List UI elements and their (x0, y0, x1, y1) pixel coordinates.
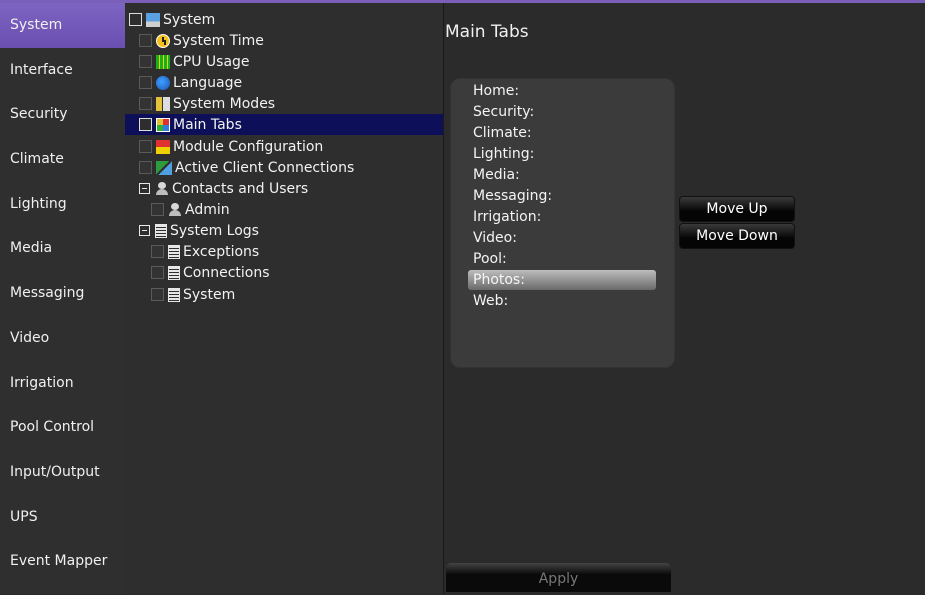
checkbox[interactable] (139, 140, 152, 153)
checkbox[interactable] (151, 288, 164, 301)
move-down-button[interactable]: Move Down (679, 223, 795, 249)
collapse-toggle[interactable] (139, 183, 150, 194)
page-title: Main Tabs (445, 22, 529, 42)
list-item[interactable]: Home: (473, 81, 519, 101)
list-item[interactable]: Media: (473, 165, 520, 185)
tree-item-connections[interactable]: Connections (151, 262, 270, 283)
nav-item-ups[interactable]: UPS (0, 495, 125, 540)
tree-item-main-tabs[interactable]: Main Tabs (125, 114, 443, 135)
nav-item-video[interactable]: Video (0, 316, 125, 361)
list-item[interactable]: Security: (473, 102, 534, 122)
checkbox[interactable] (139, 76, 152, 89)
tree-item-admin[interactable]: Admin (151, 199, 230, 220)
list-item[interactable]: Lighting: (473, 144, 534, 164)
tree-item-system-modes[interactable]: System Modes (139, 93, 275, 114)
tree-label: Contacts and Users (172, 180, 309, 197)
left-nav: System Interface Security Climate Lighti… (0, 3, 125, 594)
globe-icon (156, 75, 170, 90)
list-item-selected[interactable]: Photos: (468, 270, 656, 290)
nav-item-event-mapper[interactable]: Event Mapper (0, 539, 125, 584)
list-item[interactable]: Pool: (473, 249, 507, 269)
apply-button[interactable]: Apply (446, 563, 671, 592)
list-item[interactable]: Climate: (473, 123, 532, 143)
user-icon (168, 202, 182, 217)
nav-item-input-output[interactable]: Input/Output (0, 450, 125, 495)
collapse-toggle[interactable] (139, 225, 150, 236)
nav-item-interface[interactable]: Interface (0, 48, 125, 93)
tree-label: Language (173, 74, 243, 91)
module-icon (156, 139, 170, 154)
tree-label: Exceptions (183, 243, 260, 260)
log-icon (168, 244, 180, 259)
nav-item-security[interactable]: Security (0, 92, 125, 137)
modes-icon (156, 96, 170, 111)
checkbox[interactable] (151, 245, 164, 258)
log-icon (155, 223, 167, 238)
tree-item-active-client-connections[interactable]: Active Client Connections (139, 157, 354, 178)
checkbox[interactable] (139, 34, 152, 47)
tree-label: System Modes (173, 95, 276, 112)
tree-item-module-configuration[interactable]: Module Configuration (139, 136, 323, 157)
network-icon (156, 160, 172, 175)
tree-label: System (183, 286, 236, 303)
cpu-chart-icon (156, 54, 170, 69)
checkbox[interactable] (151, 266, 164, 279)
list-item[interactable]: Messaging: (473, 186, 552, 206)
tree-label: Admin (185, 201, 230, 218)
tree-item-system-logs[interactable]: System Logs (139, 220, 259, 241)
computer-icon (146, 12, 160, 27)
log-icon (168, 265, 180, 280)
nav-item-pool-control[interactable]: Pool Control (0, 405, 125, 450)
checkbox[interactable] (139, 55, 152, 68)
nav-item-climate[interactable]: Climate (0, 137, 125, 182)
checkbox[interactable] (139, 118, 152, 131)
nav-item-lighting[interactable]: Lighting (0, 182, 125, 227)
tree-label: Module Configuration (173, 138, 324, 155)
users-icon (155, 181, 169, 196)
tree-label: System Logs (170, 222, 259, 239)
log-icon (168, 287, 180, 302)
tree-root-system[interactable]: System (129, 9, 215, 30)
clock-icon (156, 33, 170, 48)
tree-item-exceptions[interactable]: Exceptions (151, 241, 259, 262)
nav-item-irrigation[interactable]: Irrigation (0, 361, 125, 406)
tree-item-language[interactable]: Language (139, 72, 242, 93)
settings-tree: System System Time CPU Usage Language Sy… (125, 3, 443, 594)
checkbox[interactable] (139, 97, 152, 110)
tree-label: Main Tabs (173, 116, 242, 133)
nav-item-messaging[interactable]: Messaging (0, 271, 125, 316)
tree-item-system-time[interactable]: System Time (139, 30, 264, 51)
list-item[interactable]: Video: (473, 228, 517, 248)
tree-label: Active Client Connections (175, 159, 355, 176)
checkbox[interactable] (139, 161, 152, 174)
tree-label: CPU Usage (173, 53, 250, 70)
nav-item-media[interactable]: Media (0, 226, 125, 271)
tree-item-system-log[interactable]: System (151, 284, 235, 305)
list-item[interactable]: Web: (473, 291, 508, 311)
tree-item-cpu-usage[interactable]: CPU Usage (139, 51, 250, 72)
checkbox[interactable] (129, 13, 142, 26)
tree-label: System Time (173, 32, 264, 49)
tree-item-contacts-and-users[interactable]: Contacts and Users (139, 178, 308, 199)
nav-item-system[interactable]: System (0, 3, 125, 48)
tree-label: Connections (183, 264, 270, 281)
move-up-button[interactable]: Move Up (679, 196, 795, 222)
tab-order-list[interactable]: Home: Security: Climate: Lighting: Media… (450, 78, 675, 368)
list-item[interactable]: Irrigation: (473, 207, 541, 227)
tree-label: System (163, 11, 216, 28)
checkbox[interactable] (151, 203, 164, 216)
tabs-icon (156, 117, 170, 132)
main-tabs-panel: Main Tabs Home: Security: Climate: Light… (443, 3, 925, 594)
